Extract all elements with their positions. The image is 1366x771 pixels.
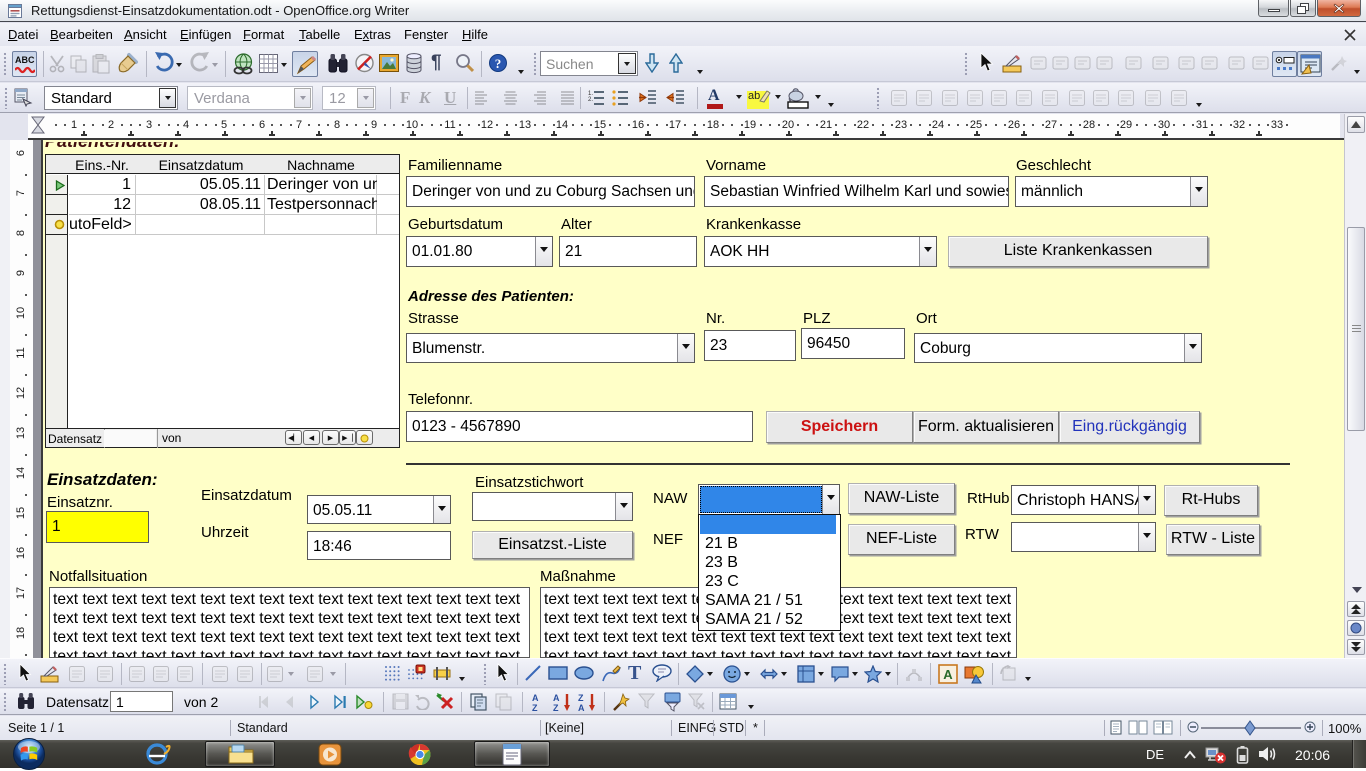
svg-text:A: A — [532, 693, 539, 703]
svg-text:Z: Z — [532, 703, 538, 712]
svg-text:A: A — [943, 667, 953, 682]
svg-text:Z: Z — [578, 693, 584, 703]
svg-text:ab: ab — [748, 90, 760, 102]
svg-text:2.: 2. — [588, 97, 593, 103]
svg-text:?: ? — [495, 56, 502, 71]
svg-text:A: A — [553, 693, 560, 703]
svg-text:A: A — [578, 703, 585, 712]
svg-text:Z: Z — [553, 703, 559, 712]
